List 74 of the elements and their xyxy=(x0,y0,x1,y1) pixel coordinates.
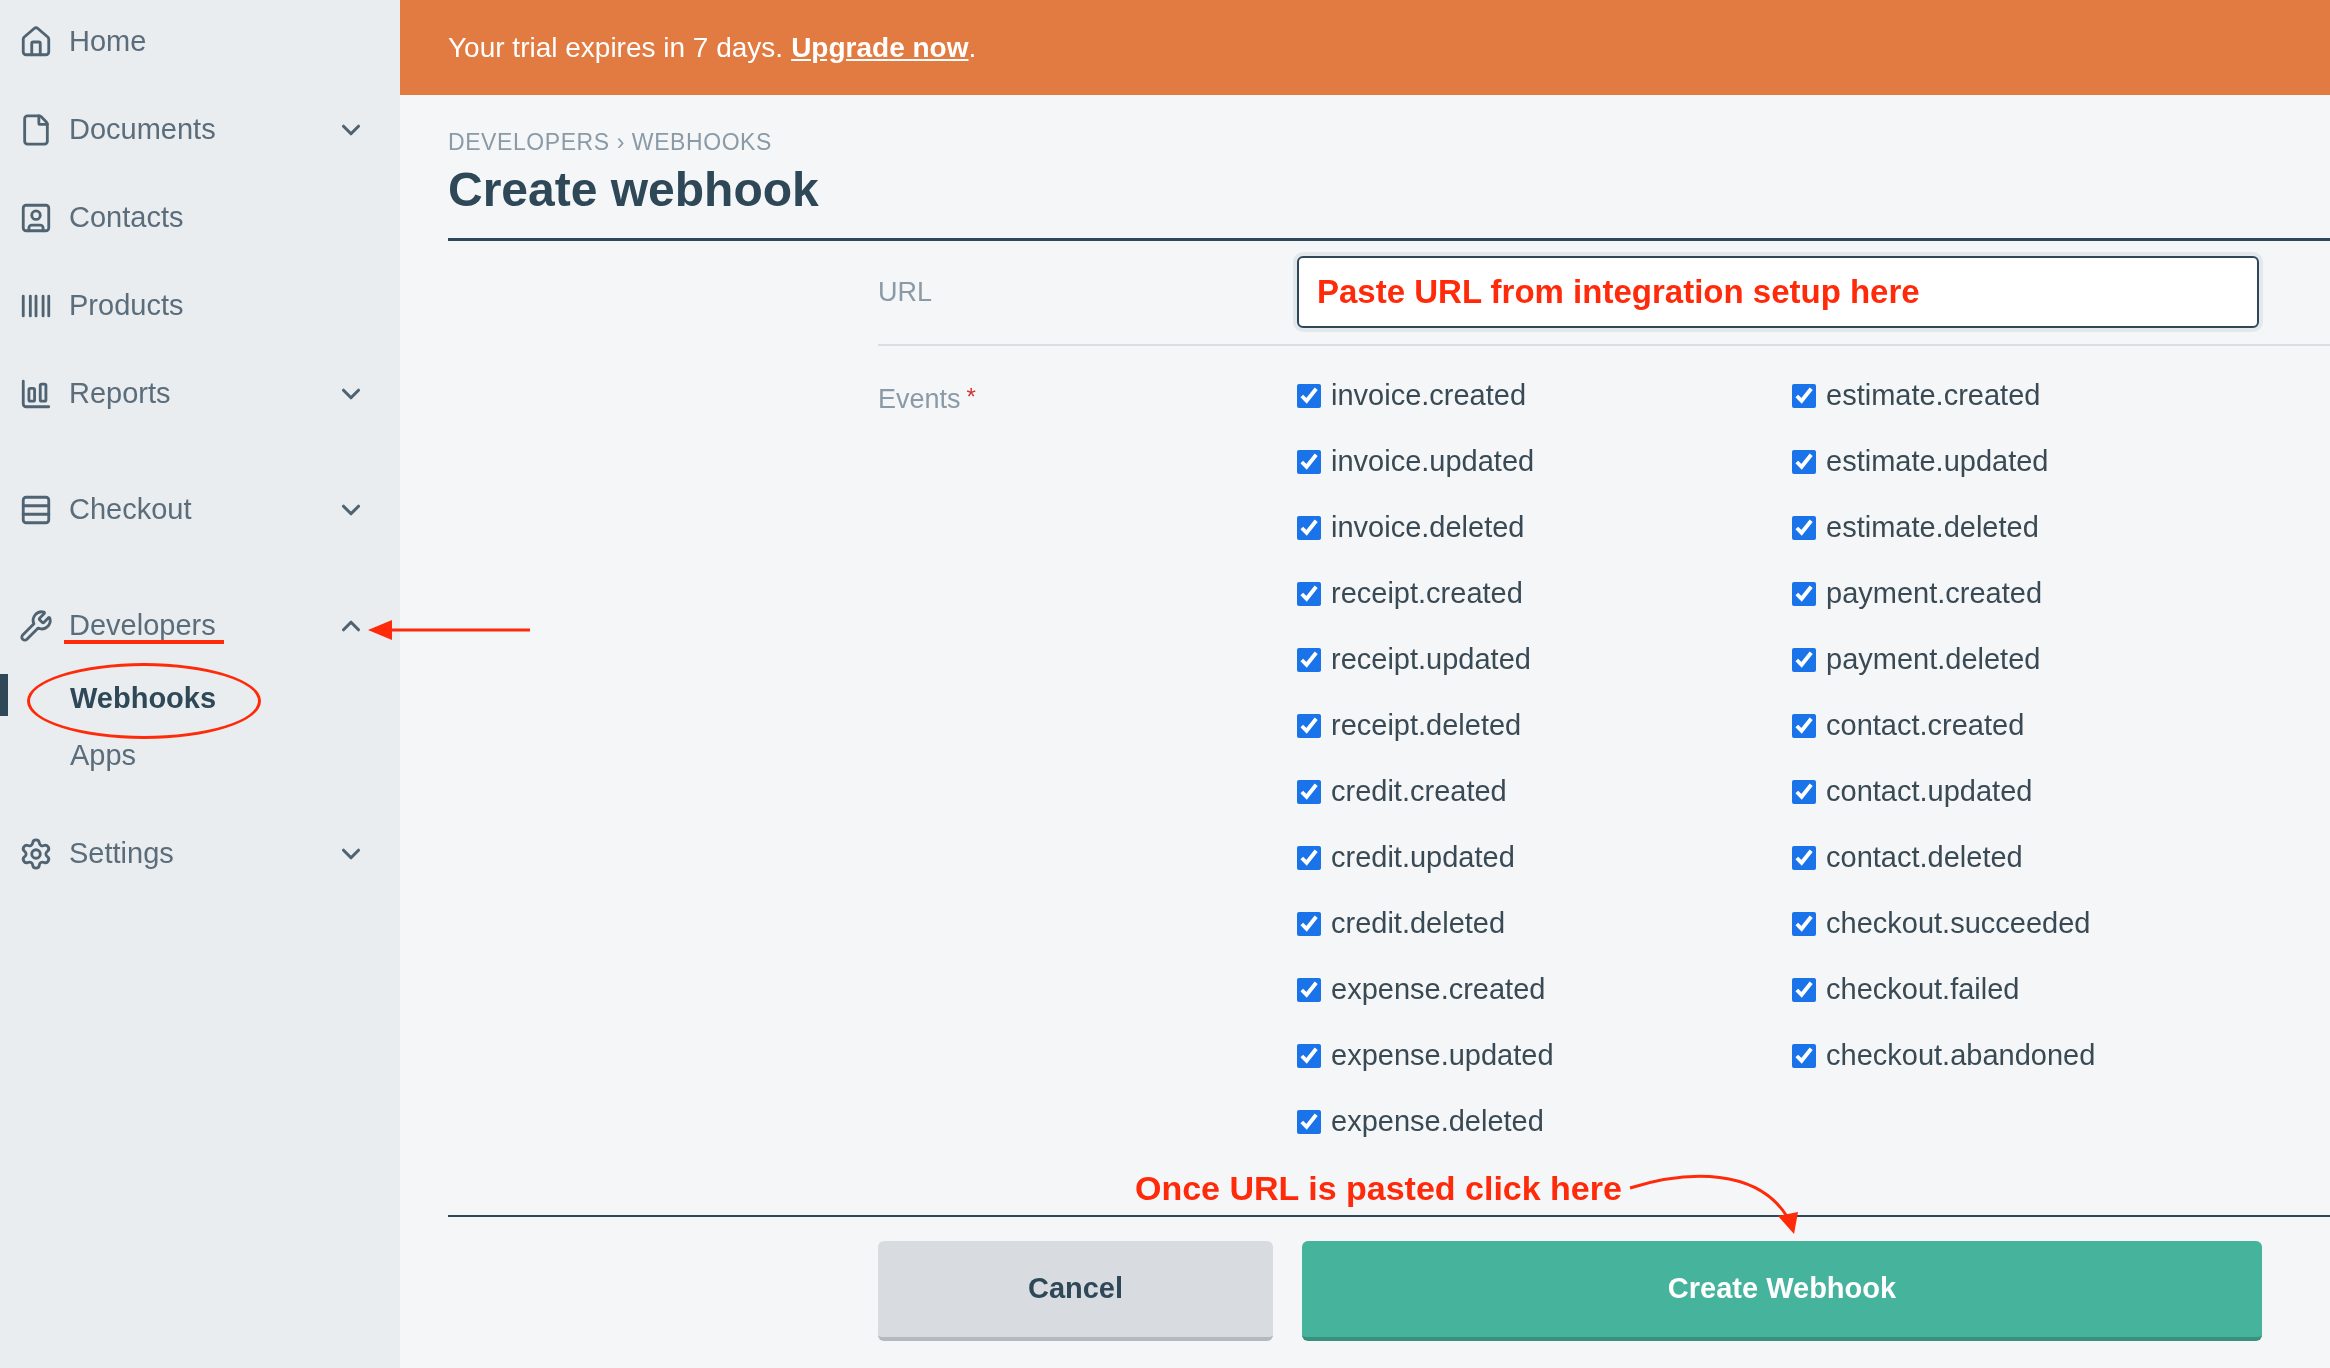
event-checkbox[interactable] xyxy=(1297,713,1321,738)
event-checkbox[interactable] xyxy=(1297,911,1321,936)
sidebar-item[interactable]: Documents xyxy=(69,108,216,152)
bar-chart-icon xyxy=(19,377,53,411)
event-label: credit.created xyxy=(1331,773,1507,809)
event-label: payment.created xyxy=(1826,575,2042,611)
create-webhook-button[interactable]: Create Webhook xyxy=(1302,1240,2262,1341)
event-checkbox[interactable] xyxy=(1297,779,1321,804)
event-label: payment.deleted xyxy=(1826,641,2041,677)
event-checkbox[interactable] xyxy=(1792,779,1816,804)
list-icon xyxy=(19,493,53,527)
event-label: contact.deleted xyxy=(1826,839,2023,875)
event-checkbox[interactable] xyxy=(1792,845,1816,870)
event-checkbox[interactable] xyxy=(1297,845,1321,870)
wrench-icon xyxy=(19,609,53,643)
event-label: estimate.deleted xyxy=(1826,509,2039,545)
event-checkbox[interactable] xyxy=(1297,449,1321,474)
event-checkbox[interactable] xyxy=(1792,713,1816,738)
event-label: checkout.abandoned xyxy=(1826,1037,2096,1073)
sidebar-item[interactable]: Settings xyxy=(69,832,174,876)
contact-card-icon xyxy=(19,201,53,235)
event-checkbox[interactable] xyxy=(1297,515,1321,540)
event-label: estimate.updated xyxy=(1826,443,2049,479)
event-checkbox[interactable] xyxy=(1792,449,1816,474)
upgrade-link[interactable]: Upgrade now xyxy=(791,26,969,69)
event-label: contact.updated xyxy=(1826,773,2033,809)
required-asterisk: * xyxy=(966,381,976,412)
event-checkbox[interactable] xyxy=(1792,1043,1816,1068)
sidebar-item[interactable]: Reports xyxy=(69,372,171,416)
event-checkbox[interactable] xyxy=(1297,383,1321,408)
sidebar-subitem[interactable]: Webhooks xyxy=(70,676,217,721)
event-label: credit.updated xyxy=(1331,839,1515,875)
event-checkbox[interactable] xyxy=(1792,911,1816,936)
event-checkbox[interactable] xyxy=(1297,1109,1321,1134)
sidebar-item[interactable]: Products xyxy=(69,284,184,328)
event-checkbox[interactable] xyxy=(1297,581,1321,606)
event-label: receipt.created xyxy=(1331,575,1523,611)
sidebar-item[interactable]: Checkout xyxy=(69,488,192,532)
event-label: credit.deleted xyxy=(1331,905,1506,941)
event-label: checkout.failed xyxy=(1826,971,2020,1007)
event-label: invoice.deleted xyxy=(1331,509,1525,545)
event-label: contact.created xyxy=(1826,707,2025,743)
banner-text: Your trial expires in 7 days. xyxy=(448,30,784,65)
event-label: receipt.deleted xyxy=(1331,707,1522,743)
event-checkbox[interactable] xyxy=(1792,581,1816,606)
sidebar-item[interactable]: Contacts xyxy=(69,196,184,240)
url-label: URL xyxy=(878,275,933,309)
event-label: estimate.created xyxy=(1826,377,2041,413)
cancel-button[interactable]: Cancel xyxy=(878,1240,1273,1341)
annotation-text: Once URL is pasted click here xyxy=(1135,1168,1622,1209)
event-checkbox[interactable] xyxy=(1792,977,1816,1002)
event-checkbox[interactable] xyxy=(1792,647,1816,672)
event-checkbox[interactable] xyxy=(1297,977,1321,1002)
event-checkbox[interactable] xyxy=(1792,383,1816,408)
event-checkbox[interactable] xyxy=(1297,1043,1321,1068)
sidebar-subitem[interactable]: Apps xyxy=(70,733,137,778)
event-label: checkout.succeeded xyxy=(1826,905,2091,941)
breadcrumb: DEVELOPERS › WEBHOOKS xyxy=(448,128,773,157)
banner-period: . xyxy=(968,30,977,65)
sidebar-item[interactable]: Home xyxy=(69,20,147,64)
event-label: expense.deleted xyxy=(1331,1103,1544,1139)
event-label: invoice.updated xyxy=(1331,443,1535,479)
url-input-field[interactable]: Paste URL from integration setup here xyxy=(1297,256,2259,328)
sidebar-item[interactable]: Developers xyxy=(69,604,216,648)
event-label: expense.updated xyxy=(1331,1037,1554,1073)
home-icon xyxy=(19,25,53,59)
settings-icon xyxy=(19,837,53,871)
event-checkbox[interactable] xyxy=(1792,515,1816,540)
event-label: expense.created xyxy=(1331,971,1546,1007)
event-label: invoice.created xyxy=(1331,377,1527,413)
events-label: Events xyxy=(878,382,961,416)
page-title: Create webhook xyxy=(448,161,820,218)
event-label: receipt.updated xyxy=(1331,641,1531,677)
event-checkbox[interactable] xyxy=(1297,647,1321,672)
